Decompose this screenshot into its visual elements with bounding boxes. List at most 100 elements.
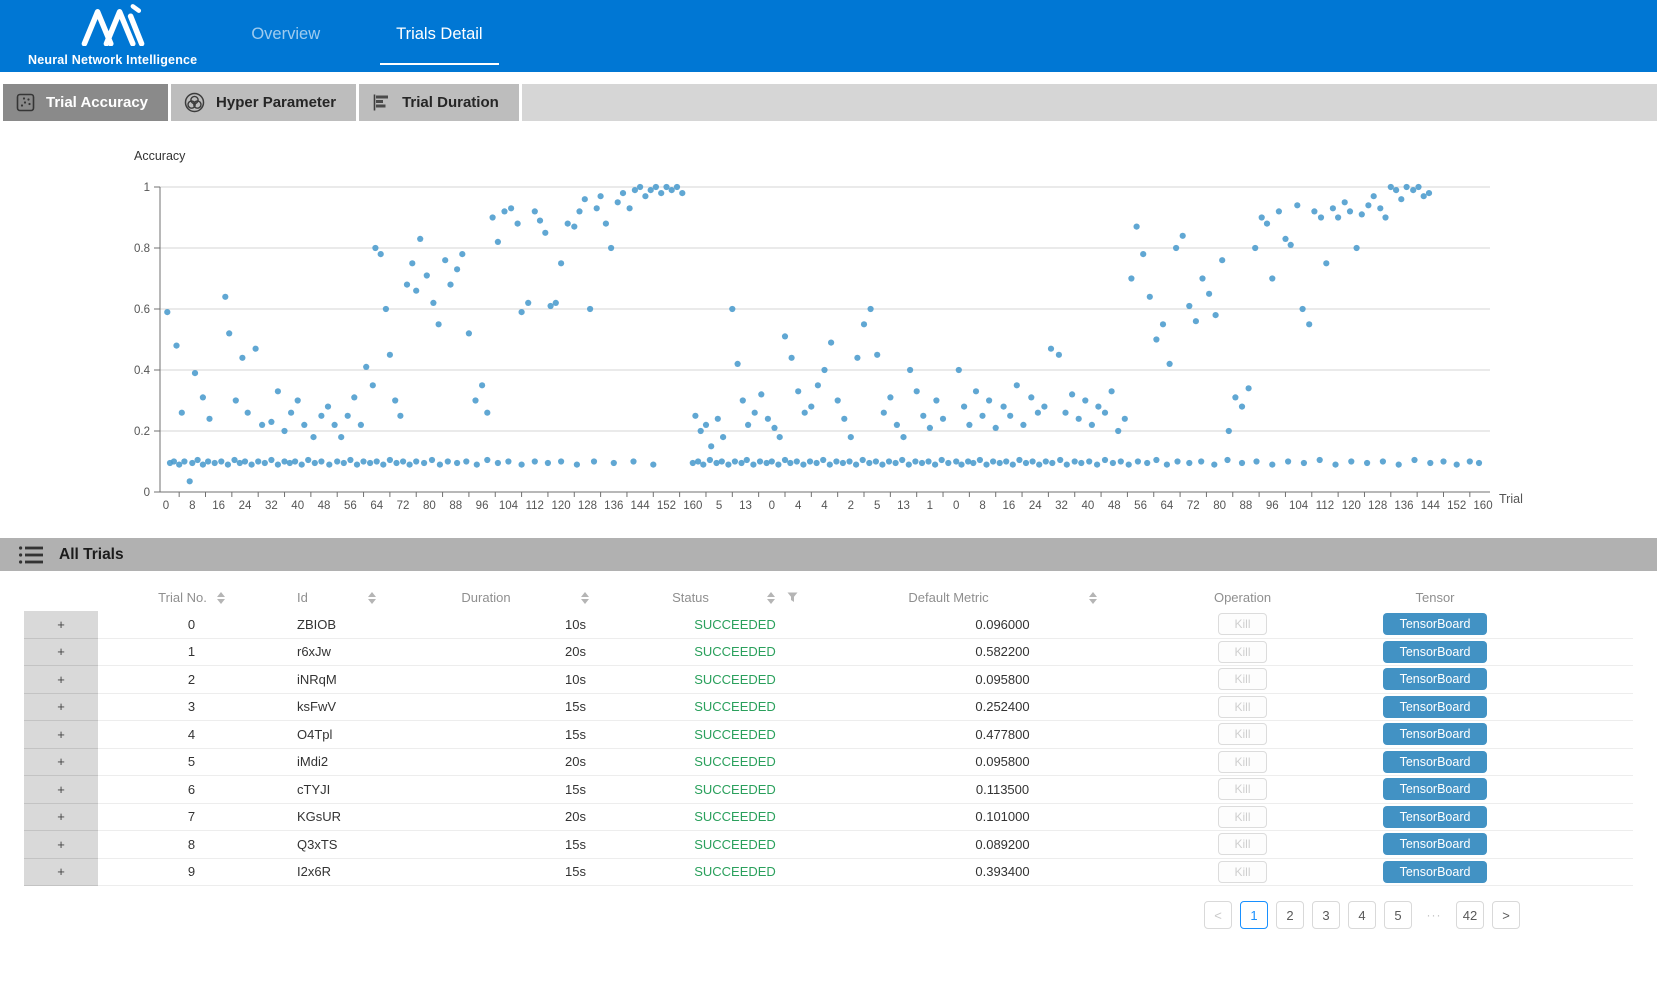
scatter-point[interactable] xyxy=(1153,336,1159,342)
scatter-point[interactable] xyxy=(1415,184,1421,190)
scatter-point[interactable] xyxy=(642,193,648,199)
scatter-point[interactable] xyxy=(1311,208,1317,214)
scatter-point[interactable] xyxy=(424,272,430,278)
scatter-point[interactable] xyxy=(383,306,389,312)
scatter-point[interactable] xyxy=(1427,460,1433,466)
scatter-point[interactable] xyxy=(430,300,436,306)
row-expand-button[interactable]: + xyxy=(24,639,98,667)
scatter-point[interactable] xyxy=(663,184,669,190)
scatter-point[interactable] xyxy=(187,478,193,484)
pagination-page-2[interactable]: 2 xyxy=(1276,901,1304,929)
scatter-point[interactable] xyxy=(1164,462,1170,468)
scatter-point[interactable] xyxy=(537,218,543,224)
tensorboard-button[interactable]: TensorBoard xyxy=(1383,668,1487,690)
scatter-point[interactable] xyxy=(574,462,580,468)
scatter-point[interactable] xyxy=(1348,458,1354,464)
scatter-point[interactable] xyxy=(295,397,301,403)
scatter-point[interactable] xyxy=(249,462,255,468)
filter-icon[interactable] xyxy=(787,592,798,603)
scatter-point[interactable] xyxy=(1186,460,1192,466)
row-expand-button[interactable]: + xyxy=(24,776,98,804)
scatter-point[interactable] xyxy=(1153,457,1159,463)
scatter-point[interactable] xyxy=(765,416,771,422)
scatter-point[interactable] xyxy=(1144,460,1150,466)
pagination-ellipsis[interactable]: ··· xyxy=(1420,901,1448,929)
scatter-point[interactable] xyxy=(594,205,600,211)
scatter-point[interactable] xyxy=(679,190,685,196)
scatter-point[interactable] xyxy=(986,397,992,403)
scatter-point[interactable] xyxy=(808,404,814,410)
scatter-point[interactable] xyxy=(358,422,364,428)
scatter-point[interactable] xyxy=(387,457,393,463)
tensorboard-button[interactable]: TensorBoard xyxy=(1383,696,1487,718)
scatter-point[interactable] xyxy=(515,221,521,227)
scatter-point[interactable] xyxy=(387,352,393,358)
scatter-point[interactable] xyxy=(814,460,820,466)
scatter-point[interactable] xyxy=(627,205,633,211)
scatter-point[interactable] xyxy=(1239,460,1245,466)
scatter-point[interactable] xyxy=(242,458,248,464)
scatter-point[interactable] xyxy=(212,460,218,466)
scatter-point[interactable] xyxy=(259,422,265,428)
scatter-point[interactable] xyxy=(1115,428,1121,434)
scatter-point[interactable] xyxy=(1043,458,1049,464)
scatter-point[interactable] xyxy=(1057,457,1063,463)
sort-carets-icon[interactable] xyxy=(767,592,775,604)
scatter-point[interactable] xyxy=(407,462,413,468)
scatter-point[interactable] xyxy=(437,462,443,468)
scatter-point[interactable] xyxy=(1014,382,1020,388)
row-expand-button[interactable]: + xyxy=(24,694,98,722)
sort-carets-icon[interactable] xyxy=(581,592,589,604)
scatter-point[interactable] xyxy=(1041,404,1047,410)
scatter-point[interactable] xyxy=(1294,202,1300,208)
kill-button[interactable]: Kill xyxy=(1218,806,1266,828)
scatter-point[interactable] xyxy=(933,397,939,403)
scatter-point[interactable] xyxy=(345,413,351,419)
scatter-point[interactable] xyxy=(1332,462,1338,468)
scatter-point[interactable] xyxy=(548,303,554,309)
scatter-point[interactable] xyxy=(708,443,714,449)
tab-hyper-parameter[interactable]: Hyper Parameter xyxy=(171,84,359,121)
scatter-point[interactable] xyxy=(1048,346,1054,352)
scatter-point[interactable] xyxy=(370,382,376,388)
scatter-point[interactable] xyxy=(1213,312,1219,318)
scatter-point[interactable] xyxy=(740,397,746,403)
scatter-point[interactable] xyxy=(771,425,777,431)
scatter-point[interactable] xyxy=(463,458,469,464)
scatter-point[interactable] xyxy=(1147,294,1153,300)
tensorboard-button[interactable]: TensorBoard xyxy=(1383,723,1487,745)
scatter-point[interactable] xyxy=(1078,460,1084,466)
scatter-point[interactable] xyxy=(840,460,846,466)
scatter-point[interactable] xyxy=(1186,303,1192,309)
scatter-point[interactable] xyxy=(800,462,806,468)
scatter-point[interactable] xyxy=(1354,245,1360,251)
kill-button[interactable]: Kill xyxy=(1218,696,1266,718)
scatter-point[interactable] xyxy=(630,458,636,464)
scatter-point[interactable] xyxy=(233,397,239,403)
scatter-point[interactable] xyxy=(393,460,399,466)
scatter-point[interactable] xyxy=(1072,458,1078,464)
scatter-point[interactable] xyxy=(445,458,451,464)
scatter-point[interactable] xyxy=(1010,462,1016,468)
scatter-point[interactable] xyxy=(1410,187,1416,193)
scatter-point[interactable] xyxy=(1076,416,1082,422)
scatter-point[interactable] xyxy=(932,462,938,468)
scatter-point[interactable] xyxy=(490,214,496,220)
scatter-point[interactable] xyxy=(200,394,206,400)
scatter-point[interactable] xyxy=(603,221,609,227)
scatter-point[interactable] xyxy=(454,266,460,272)
scatter-point[interactable] xyxy=(715,416,721,422)
kill-button[interactable]: Kill xyxy=(1218,778,1266,800)
scatter-point[interactable] xyxy=(707,457,713,463)
scatter-point[interactable] xyxy=(745,422,751,428)
scatter-point[interactable] xyxy=(292,458,298,464)
scatter-point[interactable] xyxy=(956,367,962,373)
scatter-point[interactable] xyxy=(1001,404,1007,410)
scatter-point[interactable] xyxy=(853,462,859,468)
scatter-point[interactable] xyxy=(591,458,597,464)
pagination-page-3[interactable]: 3 xyxy=(1312,901,1340,929)
scatter-point[interactable] xyxy=(318,413,324,419)
scatter-point[interactable] xyxy=(1347,208,1353,214)
scatter-point[interactable] xyxy=(1342,199,1348,205)
scatter-point[interactable] xyxy=(1056,352,1062,358)
